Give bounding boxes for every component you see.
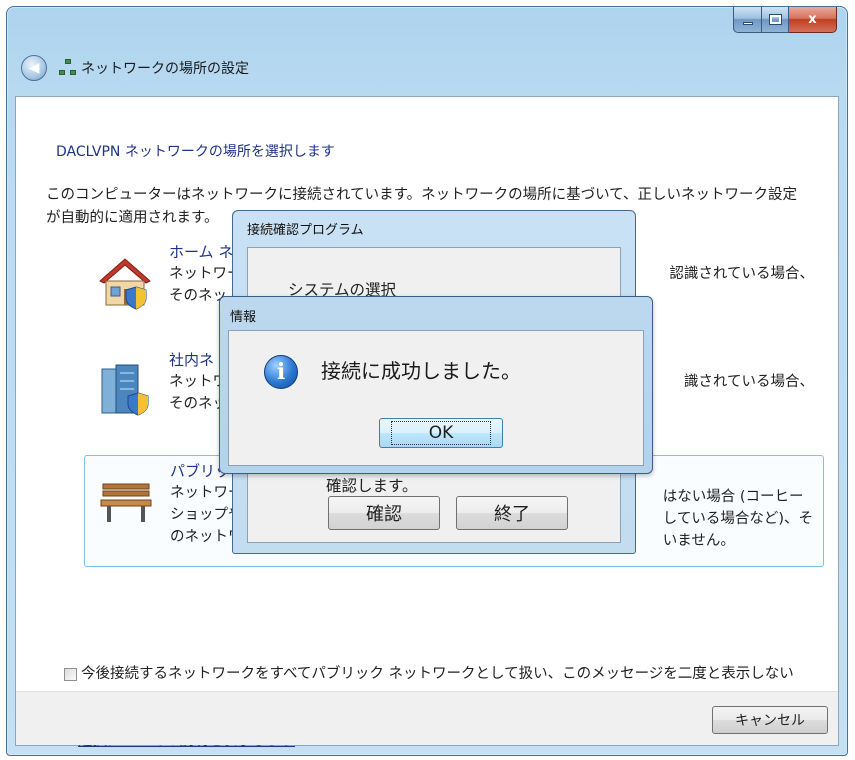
treat-all-public-checkbox[interactable] xyxy=(64,668,77,681)
work-network-icon xyxy=(101,364,149,416)
info-dialog-client: i 接続に成功しました。 OK xyxy=(228,330,644,466)
treat-all-public-checkbox-row[interactable]: 今後接続するネットワークをすべてパブリック ネットワークとして扱い、このメッセー… xyxy=(64,663,834,685)
option-public-right3: いません。 xyxy=(662,533,735,549)
page-heading: DACLVPN ネットワークの場所を選択します xyxy=(56,144,335,160)
minimize-icon xyxy=(742,22,753,25)
confirm-text: 確認します。 xyxy=(326,477,418,495)
cancel-button[interactable]: キャンセル xyxy=(712,706,828,734)
confirm-button[interactable]: 確認 xyxy=(328,496,440,530)
treat-all-public-label: 今後接続するネットワークをすべてパブリック ネットワークとして扱い、このメッセー… xyxy=(81,666,794,682)
public-network-bench-icon xyxy=(100,483,152,522)
minimize-button[interactable] xyxy=(733,7,762,33)
ok-button-label: OK xyxy=(390,421,492,445)
window-title: ネットワークの場所の設定 xyxy=(81,61,249,77)
option-work-right-text: 識されている場合、 xyxy=(683,374,814,390)
maximize-icon xyxy=(768,14,782,25)
info-dialog-title: 情報 xyxy=(230,310,257,325)
close-icon: x xyxy=(808,12,817,27)
info-message-text: 接続に成功しました。 xyxy=(321,359,521,383)
network-icon xyxy=(59,59,77,77)
option-public-right1: はない場合 (コーヒー xyxy=(662,489,804,505)
nav-row: ◀ ネットワークの場所の設定 xyxy=(21,55,249,81)
close-button[interactable]: x xyxy=(789,7,837,33)
connection-dialog-title: 接続確認プログラム xyxy=(247,223,364,238)
option-home-right-text: 認識されている場合、 xyxy=(669,266,814,282)
back-arrow-icon: ◀ xyxy=(28,60,40,76)
home-network-icon xyxy=(99,258,151,310)
caption-buttons: x xyxy=(733,7,837,33)
info-icon: i xyxy=(264,355,298,389)
exit-button[interactable]: 終了 xyxy=(456,496,568,530)
footer-bar: キャンセル xyxy=(16,691,838,745)
maximize-button[interactable] xyxy=(762,7,789,33)
back-button[interactable]: ◀ xyxy=(21,55,47,81)
info-message-box: 情報 i 接続に成功しました。 OK xyxy=(219,296,653,474)
option-public-right2: している場合など)、そ xyxy=(662,511,813,527)
ok-button[interactable]: OK xyxy=(379,418,503,448)
